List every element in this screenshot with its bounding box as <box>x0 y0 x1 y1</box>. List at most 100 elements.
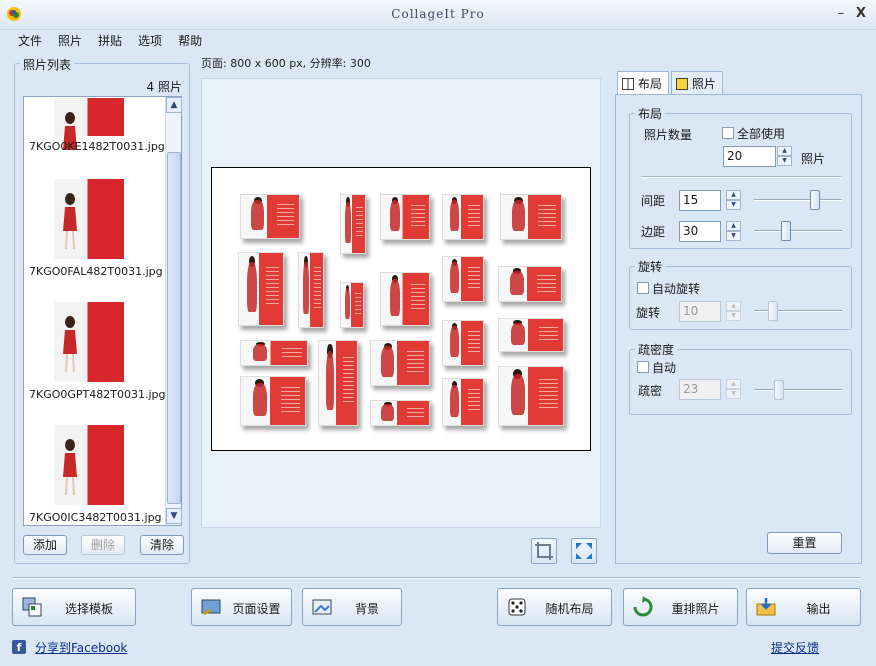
expand-arrows-icon <box>576 543 592 559</box>
export-folder-icon <box>756 598 776 616</box>
spacing-input[interactable]: 15 <box>679 190 721 211</box>
use-all-checkbox[interactable] <box>722 127 734 139</box>
margin-stepper[interactable]: ▲ ▼ <box>726 221 741 242</box>
background-button[interactable]: 背景 <box>302 588 402 626</box>
photo-list-scrollbar[interactable]: ▲ ▼ <box>165 97 182 525</box>
spacing-stepper[interactable]: ▲ ▼ <box>726 190 741 211</box>
collage-page[interactable] <box>211 167 591 451</box>
delete-photo-button[interactable]: 删除 <box>81 535 125 555</box>
tab-photo[interactable]: 照片 <box>671 71 723 95</box>
photo-thumbnail <box>54 425 124 505</box>
clear-photos-button[interactable]: 清除 <box>140 535 184 555</box>
photo-thumbnail <box>54 98 124 150</box>
export-label: 输出 <box>806 602 831 616</box>
menu-collage[interactable]: 拼贴 <box>90 32 130 50</box>
rotate-input[interactable]: 10 <box>679 301 721 322</box>
spacing-slider[interactable] <box>754 199 842 201</box>
add-photo-button[interactable]: 添加 <box>23 535 67 555</box>
rotate-slider-thumb[interactable] <box>768 301 779 321</box>
collage-photo[interactable] <box>238 252 284 326</box>
photo-filename: 7KGO0KE1482T0031.jpg <box>29 140 165 153</box>
collage-photo[interactable] <box>498 318 564 352</box>
page-setup-button[interactable]: 页面设置 <box>191 588 292 626</box>
bottom-separator <box>13 577 861 579</box>
minimize-button[interactable]: – <box>832 6 850 22</box>
crop-tool-button[interactable] <box>531 538 557 564</box>
template-icon <box>22 597 42 617</box>
share-facebook-link[interactable]: 分享到Facebook <box>35 639 127 656</box>
reset-button[interactable]: 重置 <box>767 532 842 554</box>
rotation-group-title: 旋转 <box>635 258 666 275</box>
collage-photo[interactable] <box>380 194 430 240</box>
collage-photo[interactable] <box>380 272 430 326</box>
page-info: 页面: 800 x 600 px, 分辨率: 300 <box>201 57 371 70</box>
settings-tabs: 布局 照片 <box>615 71 862 96</box>
auto-rotate-checkbox[interactable] <box>637 282 649 294</box>
page-setup-label: 页面设置 <box>232 602 281 616</box>
collage-photo[interactable] <box>298 252 324 328</box>
export-button[interactable]: 输出 <box>746 588 861 626</box>
density-stepper[interactable]: ▲ ▼ <box>726 379 741 400</box>
rotate-stepper[interactable]: ▲ ▼ <box>726 301 741 322</box>
margin-label: 边距 <box>641 225 666 239</box>
density-slider-thumb[interactable] <box>773 380 784 400</box>
collage-photo[interactable] <box>240 376 306 426</box>
spacing-label: 间距 <box>641 194 666 208</box>
menu-options[interactable]: 选项 <box>130 32 170 50</box>
collage-photo[interactable] <box>498 266 562 302</box>
photo-list[interactable]: 7KGO0KE1482T0031.jpg 7KGO0FAL482T0031.jp… <box>23 96 182 526</box>
feedback-link[interactable]: 提交反馈 <box>771 639 819 656</box>
collage-photo[interactable] <box>370 400 430 426</box>
divider <box>641 176 841 178</box>
margin-slider[interactable] <box>754 230 842 232</box>
crop-icon <box>535 542 553 560</box>
collage-photo[interactable] <box>442 194 484 240</box>
collage-photo[interactable] <box>500 194 562 240</box>
photo-list-title: 照片列表 <box>20 56 75 73</box>
page-setup-icon <box>201 599 221 616</box>
menu-photo[interactable]: 照片 <box>50 32 90 50</box>
scroll-down-icon[interactable]: ▼ <box>166 508 182 524</box>
collage-photo[interactable] <box>240 194 300 239</box>
photo-filename: 7KGO0GPT482T0031.jpg <box>29 388 166 401</box>
collage-photo[interactable] <box>318 340 358 426</box>
photo-count-stepper[interactable]: ▲ ▼ <box>777 146 792 167</box>
density-input[interactable]: 23 <box>679 379 721 400</box>
use-all-label: 全部使用 <box>737 127 786 141</box>
photo-filename: 7KGO0FAL482T0031.jpg <box>29 265 163 278</box>
photo-count: 4 照片 <box>146 80 182 94</box>
window-title: CollageIt Pro <box>391 7 485 21</box>
layout-group-title: 布局 <box>635 105 666 122</box>
scrollbar-thumb[interactable] <box>167 152 181 504</box>
margin-input[interactable]: 30 <box>679 221 721 242</box>
collage-photo[interactable] <box>442 320 484 366</box>
margin-slider-thumb[interactable] <box>781 221 792 241</box>
collage-photo[interactable] <box>370 340 430 386</box>
photo-icon <box>676 78 688 90</box>
collage-photo[interactable] <box>442 256 484 302</box>
rotate-label: 旋转 <box>636 306 661 320</box>
collage-photo[interactable] <box>442 378 484 426</box>
density-group-title: 疏密度 <box>635 341 678 358</box>
shuffle-photos-label: 重排照片 <box>671 602 720 616</box>
background-label: 背景 <box>354 602 379 616</box>
collage-photo[interactable] <box>340 194 366 254</box>
close-button[interactable]: X <box>852 6 870 22</box>
scroll-up-icon[interactable]: ▲ <box>166 97 182 113</box>
tab-layout[interactable]: 布局 <box>617 71 669 96</box>
collage-photo[interactable] <box>498 366 564 426</box>
random-layout-button[interactable]: 随机布局 <box>497 588 612 626</box>
menu-help[interactable]: 帮助 <box>170 32 210 50</box>
menu-file[interactable]: 文件 <box>10 32 50 50</box>
density-slider[interactable] <box>754 389 842 391</box>
layout-icon <box>622 78 634 90</box>
spacing-slider-thumb[interactable] <box>810 190 821 210</box>
menu-bar: 文件 照片 拼贴 选项 帮助 <box>0 30 876 52</box>
choose-template-button[interactable]: 选择模板 <box>12 588 136 626</box>
collage-photo[interactable] <box>240 340 308 366</box>
collage-photo[interactable] <box>340 282 364 328</box>
auto-density-checkbox[interactable] <box>637 361 649 373</box>
photo-count-input[interactable]: 20 <box>723 146 776 167</box>
shuffle-photos-button[interactable]: 重排照片 <box>623 588 738 626</box>
fit-view-button[interactable] <box>571 538 597 564</box>
